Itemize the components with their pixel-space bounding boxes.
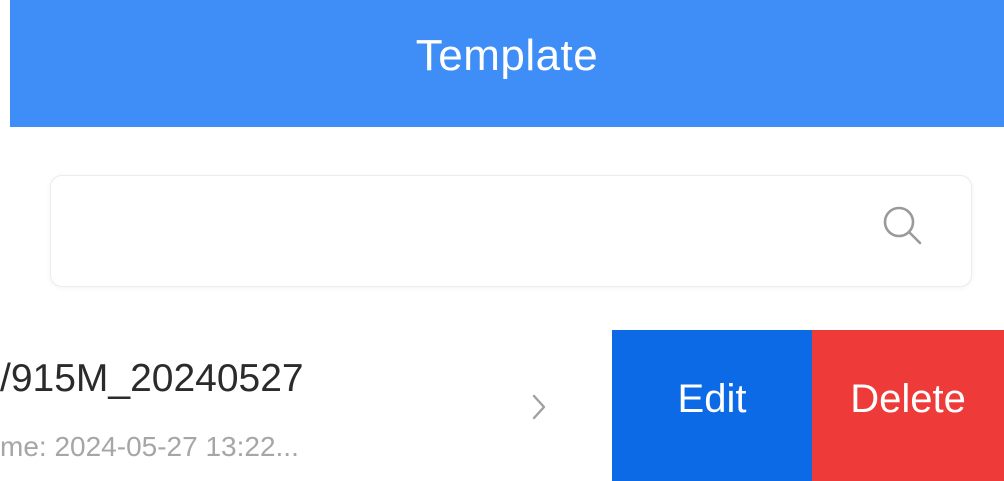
delete-button[interactable]: Delete [812, 330, 1004, 481]
search-bar[interactable] [50, 175, 972, 287]
edit-button[interactable]: Edit [612, 330, 812, 481]
search-input[interactable] [71, 201, 895, 263]
chevron-right-icon [532, 394, 546, 420]
list-item-subtitle: me: 2024-05-27 13:22... [0, 431, 299, 462]
app-header: Template [10, 0, 1004, 127]
edit-button-label: Edit [677, 377, 747, 421]
page-title: Template [415, 30, 599, 80]
list-item[interactable]: /915M_20240527 me: 2024-05-27 13:22... E… [0, 330, 1004, 481]
template-page: Template /915M_20240527 me: 2024-05-27 1… [0, 0, 1004, 481]
list-item-title: /915M_20240527 [0, 357, 304, 400]
search-icon[interactable] [880, 203, 924, 247]
list-item-content[interactable]: /915M_20240527 me: 2024-05-27 13:22... [0, 330, 612, 481]
delete-button-label: Delete [850, 377, 966, 421]
